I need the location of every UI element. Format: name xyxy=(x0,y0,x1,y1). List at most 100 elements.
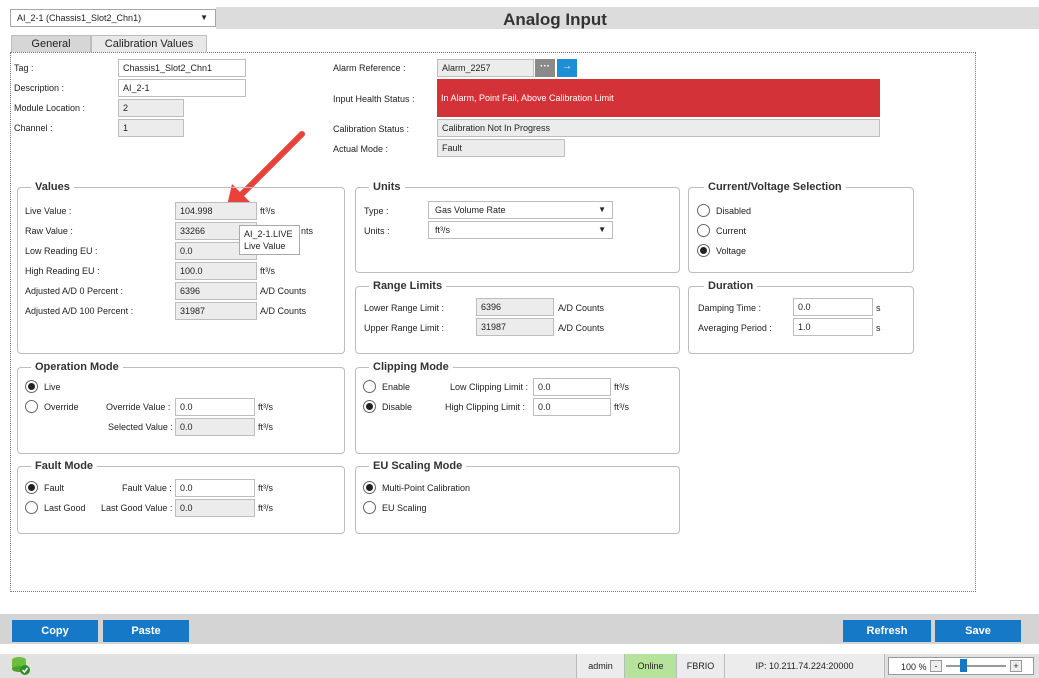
disable-clipping-radio[interactable] xyxy=(363,400,376,413)
selected-value-unit: ft³/s xyxy=(258,422,273,432)
disable-clipping-label: Disable xyxy=(382,402,413,412)
type-label: Type : xyxy=(364,206,389,216)
multi-point-radio[interactable] xyxy=(363,481,376,494)
override-value-field[interactable]: 0.0 xyxy=(175,398,255,416)
override-radio[interactable] xyxy=(25,400,38,413)
high-clipping-unit: ft³/s xyxy=(614,402,629,412)
tag-label: Tag : xyxy=(14,63,34,73)
connection-status: Online xyxy=(624,654,676,678)
alarm-reference-label: Alarm Reference : xyxy=(333,63,406,73)
zoom-slider-track[interactable] xyxy=(946,665,1006,667)
zoom-slider-thumb[interactable] xyxy=(960,659,967,672)
low-clipping-field[interactable]: 0.0 xyxy=(533,378,611,396)
tab-calibration-values[interactable]: Calibration Values xyxy=(91,35,207,52)
adjusted-0-label: Adjusted A/D 0 Percent : xyxy=(25,286,124,296)
voltage-radio[interactable] xyxy=(697,244,710,257)
live-value-tooltip: AI_2-1.LIVE Live Value xyxy=(239,225,300,255)
damping-time-field[interactable]: 0.0 xyxy=(793,298,873,316)
damping-time-label: Damping Time : xyxy=(698,303,762,313)
override-radio-label: Override xyxy=(44,402,79,412)
last-good-value-field: 0.0 xyxy=(175,499,255,517)
paste-button[interactable]: Paste xyxy=(103,620,189,642)
live-radio-label: Live xyxy=(44,382,61,392)
tooltip-description: Live Value xyxy=(244,241,286,251)
units-label: Units : xyxy=(364,226,390,236)
channel-label: Channel : xyxy=(14,123,53,133)
enable-clipping-radio[interactable] xyxy=(363,380,376,393)
refresh-button[interactable]: Refresh xyxy=(843,620,931,642)
upper-range-label: Upper Range Limit : xyxy=(364,323,445,333)
averaging-period-label: Averaging Period : xyxy=(698,323,772,333)
high-clipping-field[interactable]: 0.0 xyxy=(533,398,611,416)
module-location-field: 2 xyxy=(118,99,184,117)
current-voltage-group-title: Current/Voltage Selection xyxy=(704,181,846,193)
tab-general[interactable]: General xyxy=(11,35,91,52)
eu-scaling-group xyxy=(355,466,680,534)
calibration-status-label: Calibration Status : xyxy=(333,124,410,134)
fault-value-field[interactable]: 0.0 xyxy=(175,479,255,497)
type-dropdown[interactable]: Gas Volume Rate ▼ xyxy=(428,201,613,219)
units-group-title: Units xyxy=(369,181,405,193)
database-check-icon xyxy=(12,657,30,675)
eu-scaling-label: EU Scaling xyxy=(382,503,427,513)
adjusted-0-field: 6396 xyxy=(175,282,257,300)
override-value-unit: ft³/s xyxy=(258,402,273,412)
last-good-radio[interactable] xyxy=(25,501,38,514)
upper-range-field: 31987 xyxy=(476,318,554,336)
zoom-out-button[interactable]: - xyxy=(930,660,942,672)
live-value-field: 104.998 xyxy=(175,202,257,220)
actual-mode-field: Fault xyxy=(437,139,565,157)
high-clipping-label: High Clipping Limit : xyxy=(445,402,526,412)
live-value-label: Live Value : xyxy=(25,206,72,216)
live-value-unit: ft³/s xyxy=(260,206,275,216)
page-title: Analog Input xyxy=(503,10,607,29)
selected-value-field: 0.0 xyxy=(175,418,255,436)
chevron-down-icon: ▼ xyxy=(200,13,208,22)
fault-radio-label: Fault xyxy=(44,483,65,493)
last-good-value-unit: ft³/s xyxy=(258,503,273,513)
raw-value-unit: nts xyxy=(301,226,314,236)
damping-time-unit: s xyxy=(876,303,881,313)
high-reading-unit: ft³/s xyxy=(260,266,275,276)
description-label: Description : xyxy=(14,83,65,93)
disabled-radio[interactable] xyxy=(697,204,710,217)
current-radio-label: Current xyxy=(716,226,747,236)
fault-radio[interactable] xyxy=(25,481,38,494)
copy-button[interactable]: Copy xyxy=(12,620,98,642)
user-status: admin xyxy=(576,654,624,678)
low-clipping-label: Low Clipping Limit : xyxy=(450,382,529,392)
fault-value-label: Fault Value : xyxy=(122,483,172,493)
voltage-radio-label: Voltage xyxy=(716,246,747,256)
raw-value-label: Raw Value : xyxy=(25,226,73,236)
chevron-down-icon: ▼ xyxy=(598,225,606,234)
calibration-status-field: Calibration Not In Progress xyxy=(437,119,880,137)
high-reading-field: 100.0 xyxy=(175,262,257,280)
high-reading-label: High Reading EU : xyxy=(25,266,100,276)
override-value-label: Override Value : xyxy=(106,402,171,412)
range-limits-group-title: Range Limits xyxy=(369,280,447,292)
current-radio[interactable] xyxy=(697,224,710,237)
units-dropdown[interactable]: ft³/s ▼ xyxy=(428,221,613,239)
values-group-title: Values xyxy=(31,181,74,193)
averaging-period-unit: s xyxy=(876,323,881,333)
lower-range-unit: A/D Counts xyxy=(558,303,605,313)
adjusted-100-field: 31987 xyxy=(175,302,257,320)
actual-mode-label: Actual Mode : xyxy=(333,144,389,154)
averaging-period-field[interactable]: 1.0 xyxy=(793,318,873,336)
browse-alarm-button[interactable]: ··· xyxy=(535,59,555,77)
go-to-alarm-button[interactable]: → xyxy=(557,59,577,77)
device-status: FBRIO xyxy=(676,654,724,678)
input-health-status: In Alarm, Point Fail, Above Calibration … xyxy=(437,79,880,117)
lower-range-label: Lower Range Limit : xyxy=(364,303,445,313)
object-selector-dropdown[interactable]: AI_2-1 (Chassis1_Slot2_Chn1) ▼ xyxy=(10,9,216,27)
object-selector-value: AI_2-1 (Chassis1_Slot2_Chn1) xyxy=(17,13,142,23)
adjusted-100-unit: A/D Counts xyxy=(260,306,307,316)
eu-scaling-radio[interactable] xyxy=(363,501,376,514)
zoom-in-button[interactable]: + xyxy=(1010,660,1022,672)
upper-range-unit: A/D Counts xyxy=(558,323,605,333)
lower-range-field: 6396 xyxy=(476,298,554,316)
live-radio[interactable] xyxy=(25,380,38,393)
save-button[interactable]: Save xyxy=(935,620,1021,642)
description-field[interactable]: AI_2-1 xyxy=(118,79,246,97)
tag-field[interactable]: Chassis1_Slot2_Chn1 xyxy=(118,59,246,77)
